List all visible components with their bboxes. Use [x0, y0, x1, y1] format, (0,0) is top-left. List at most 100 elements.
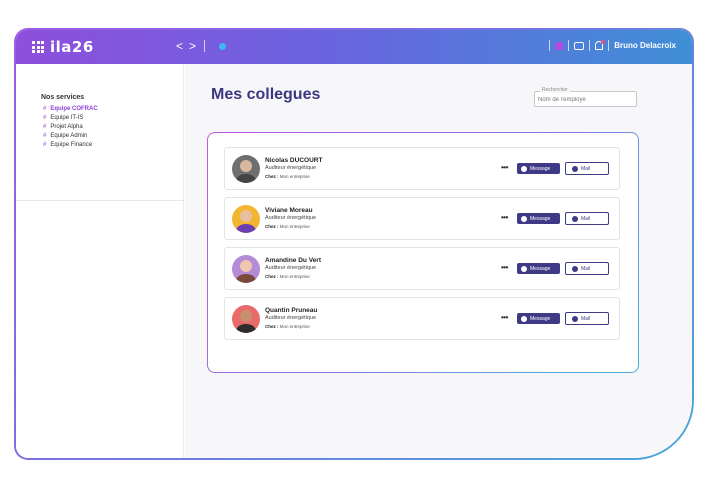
message-label: Message	[530, 265, 551, 272]
colleague-card: Amandine Du Vert Auditeur énergétique Ch…	[224, 247, 620, 290]
message-button[interactable]: Message	[517, 263, 560, 274]
status-dot-icon[interactable]	[219, 42, 227, 50]
avatar[interactable]	[232, 255, 260, 283]
divider	[589, 40, 591, 51]
colleague-info: Quantin Pruneau Auditeur énergétique Che…	[265, 307, 317, 329]
services-section: Nos services # Equipe COFRAC # Equipe IT-I…	[16, 64, 184, 201]
person-icon	[236, 260, 256, 283]
main-content: Mes collegues Rechercher Nicolas DUCOURT…	[185, 64, 692, 458]
colleague-card: Quantin Pruneau Auditeur énergétique Che…	[224, 297, 620, 340]
sidebar-item-equipe-admin[interactable]: # Equipe Admin	[43, 132, 98, 141]
person-icon	[236, 310, 256, 333]
page-title: Mes collegues	[211, 86, 321, 103]
colleague-name: Nicolas DUCOURT	[265, 157, 323, 164]
more-options-icon[interactable]: •••	[501, 313, 508, 322]
divider	[608, 40, 610, 51]
mail-label: Mail	[581, 215, 591, 222]
mail-button[interactable]: Mail	[565, 212, 609, 225]
mail-icon	[572, 265, 578, 272]
user-name[interactable]: Bruno Delacroix	[614, 41, 676, 50]
hash-icon: #	[43, 142, 47, 148]
nav-arrows: < >	[176, 39, 227, 53]
company-prefix: Chez :	[265, 174, 279, 179]
chevron-left-icon[interactable]: <	[176, 39, 183, 53]
more-options-icon[interactable]: •••	[501, 163, 508, 172]
colleague-name: Quantin Pruneau	[265, 307, 318, 314]
message-icon	[521, 215, 527, 222]
message-button[interactable]: Message	[517, 313, 560, 324]
message-label: Message	[530, 165, 551, 172]
sidebar-item-equipe-finance[interactable]: # Equipe Finance	[43, 141, 98, 150]
colleague-info: Amandine Du Vert Auditeur énergétique Ch…	[265, 257, 321, 279]
message-icon	[521, 265, 527, 272]
company-prefix: Chez :	[265, 324, 279, 329]
sidebar-item-equipe-it-is[interactable]: # Equipe IT-IS	[43, 114, 98, 123]
services-list: # Equipe COFRAC # Equipe IT-IS # Projet Alp…	[43, 105, 98, 150]
sidebar-item-label: Equipe COFRAC	[50, 106, 98, 112]
hash-icon: #	[43, 106, 47, 112]
company-name: Mon entreprise	[279, 274, 310, 279]
sidebar-item-equipe-cofrac[interactable]: # Equipe COFRAC	[43, 105, 98, 114]
more-options-icon[interactable]: •••	[501, 263, 508, 272]
user-area: Bruno Delacroix	[549, 40, 676, 51]
hash-icon: #	[43, 133, 47, 139]
hash-icon: #	[43, 124, 47, 130]
search-input[interactable]	[538, 95, 633, 104]
avatar[interactable]	[232, 155, 260, 183]
sidebar-item-projet-alpha[interactable]: # Projet Alpha	[43, 123, 98, 132]
services-title: Nos services	[41, 94, 85, 101]
chat-icon[interactable]	[574, 41, 585, 50]
colleague-role: Auditeur énergétique	[265, 165, 317, 171]
sidebar: Nos services # Equipe COFRAC # Equipe IT-I…	[16, 64, 184, 458]
apps-grid-icon[interactable]	[32, 41, 44, 53]
colleagues-list: Nicolas DUCOURT Auditeur énergétique Che…	[208, 133, 638, 372]
colleague-role: Auditeur énergétique	[265, 265, 317, 271]
mail-label: Mail	[581, 165, 591, 172]
top-bar: ila26 < > Bruno Delacroix	[16, 30, 692, 64]
company-prefix: Chez :	[265, 224, 279, 229]
divider	[204, 40, 206, 52]
colleague-company: Chez : Mon entreprise	[265, 224, 316, 229]
chevron-right-icon[interactable]: >	[189, 39, 196, 53]
sidebar-item-label: Equipe Admin	[50, 133, 88, 139]
mail-icon	[572, 215, 578, 222]
mail-button[interactable]: Mail	[565, 312, 609, 325]
avatar[interactable]	[232, 205, 260, 233]
divider	[568, 40, 570, 51]
mail-icon	[572, 165, 578, 172]
colleague-company: Chez : Mon entreprise	[265, 324, 317, 329]
message-icon	[521, 165, 527, 172]
bell-icon[interactable]	[595, 40, 606, 50]
workspace-icon[interactable]	[555, 41, 564, 50]
colleague-card: Nicolas DUCOURT Auditeur énergétique Che…	[224, 147, 620, 190]
more-options-icon[interactable]: •••	[501, 213, 508, 222]
divider	[549, 40, 551, 51]
app-window: ila26 < > Bruno Delacroix Nos services #…	[16, 30, 692, 458]
colleague-company: Chez : Mon entreprise	[265, 174, 322, 179]
company-prefix: Chez :	[265, 274, 279, 279]
mail-label: Mail	[581, 315, 591, 322]
sidebar-item-label: Projet Alpha	[50, 124, 83, 130]
company-name: Mon entreprise	[279, 224, 310, 229]
colleague-info: Viviane Moreau Auditeur énergétique Chez…	[265, 207, 316, 229]
hash-icon: #	[43, 115, 47, 121]
colleague-name: Amandine Du Vert	[265, 257, 321, 264]
colleagues-panel: Nicolas DUCOURT Auditeur énergétique Che…	[207, 132, 639, 373]
mail-button[interactable]: Mail	[565, 262, 609, 275]
app-logo[interactable]: ila26	[32, 38, 94, 56]
message-button[interactable]: Message	[517, 213, 560, 224]
search-legend: Rechercher	[540, 87, 570, 93]
message-button[interactable]: Message	[517, 163, 560, 174]
mail-label: Mail	[581, 265, 591, 272]
mail-button[interactable]: Mail	[565, 162, 609, 175]
sidebar-item-label: Equipe Finance	[50, 142, 93, 148]
colleague-name: Viviane Moreau	[265, 207, 313, 214]
message-icon	[521, 315, 527, 322]
search-field[interactable]: Rechercher	[534, 87, 637, 107]
colleague-company: Chez : Mon entreprise	[265, 274, 321, 279]
colleague-role: Auditeur énergétique	[265, 215, 317, 221]
person-icon	[236, 160, 256, 183]
avatar[interactable]	[232, 305, 260, 333]
mail-icon	[572, 315, 578, 322]
colleague-card: Viviane Moreau Auditeur énergétique Chez…	[224, 197, 620, 240]
